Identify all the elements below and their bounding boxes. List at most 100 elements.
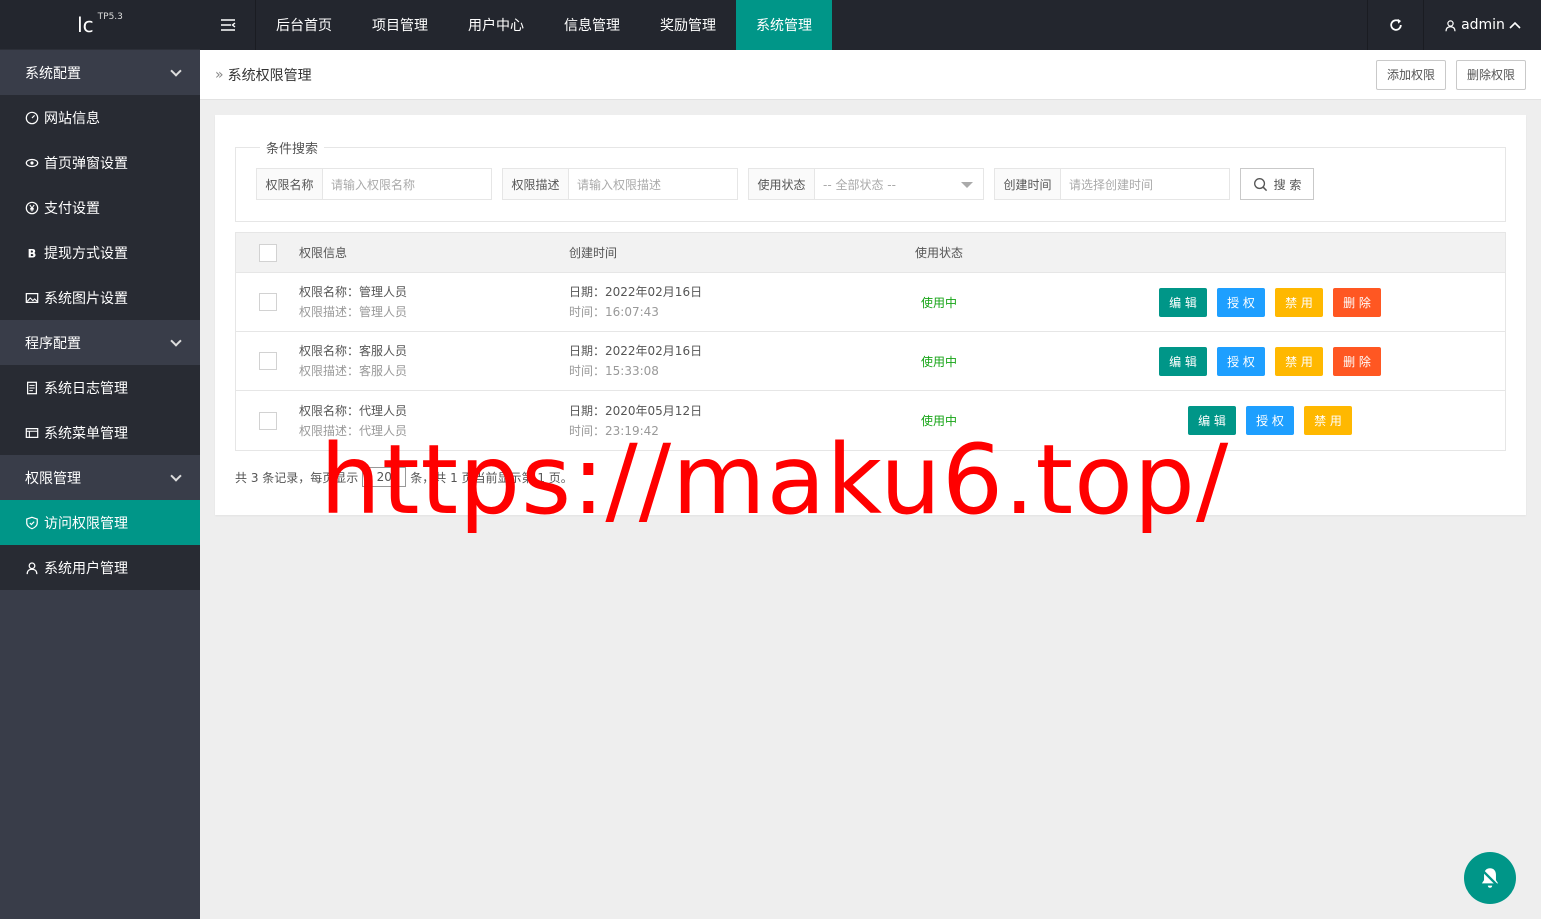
sidebar-item-popup-settings[interactable]: 首页弹窗设置 bbox=[0, 140, 200, 185]
double-chevron-icon: » bbox=[215, 66, 224, 83]
notification-button[interactable] bbox=[1464, 852, 1516, 904]
created-time: 时间：16:07:43 bbox=[569, 305, 659, 319]
search-panel: 条件搜索 权限名称 请输入权限名称 权限描述 请输入权限描述 使用状态 -- 全… bbox=[235, 138, 1506, 222]
sidebar-item-user-management[interactable]: 系统用户管理 bbox=[0, 545, 200, 590]
delete-button[interactable]: 删 除 bbox=[1333, 287, 1381, 317]
topnav-system[interactable]: 系统管理 bbox=[736, 0, 832, 50]
search-button[interactable]: 搜 索 bbox=[1240, 168, 1314, 200]
select-all-checkbox[interactable] bbox=[258, 243, 277, 262]
column-header: 权限信息 bbox=[299, 245, 348, 260]
sidebar-group-program-config[interactable]: 程序配置 bbox=[0, 320, 200, 365]
authorize-button[interactable]: 授 权 bbox=[1217, 346, 1265, 376]
field-label: 权限描述 bbox=[503, 169, 569, 199]
refresh-button[interactable] bbox=[1367, 0, 1423, 50]
page-size-input[interactable]: 20 bbox=[362, 467, 407, 487]
delete-permission-button[interactable]: 删除权限 bbox=[1455, 59, 1526, 90]
chevron-down-icon bbox=[170, 64, 182, 77]
permission-desc: 权限描述：管理人员 bbox=[299, 305, 408, 319]
field-label: 创建时间 bbox=[995, 169, 1061, 199]
permission-desc-input[interactable]: 请输入权限描述 bbox=[569, 169, 737, 199]
topnav-home[interactable]: 后台首页 bbox=[256, 0, 352, 50]
menu-icon bbox=[25, 426, 39, 440]
sidebar-item-menu-management[interactable]: 系统菜单管理 bbox=[0, 410, 200, 455]
sidebar-group-system-config[interactable]: 系统配置 bbox=[0, 50, 200, 95]
svg-text:B: B bbox=[28, 246, 37, 260]
sidebar-item-label: 提现方式设置 bbox=[44, 245, 128, 262]
row-checkbox[interactable] bbox=[258, 411, 277, 430]
topnav-users[interactable]: 用户中心 bbox=[448, 0, 544, 50]
disable-button[interactable]: 禁 用 bbox=[1304, 406, 1352, 435]
status-select[interactable]: -- 全部状态 -- bbox=[815, 169, 983, 199]
shield-icon bbox=[25, 516, 39, 530]
created-time-input[interactable]: 请选择创建时间 bbox=[1061, 169, 1229, 199]
caret-down-icon bbox=[961, 182, 973, 188]
content-card: 条件搜索 权限名称 请输入权限名称 权限描述 请输入权限描述 使用状态 -- 全… bbox=[215, 115, 1526, 515]
sidebar-group-permission[interactable]: 权限管理 bbox=[0, 455, 200, 500]
created-time: 时间：15:33:08 bbox=[569, 364, 659, 378]
status-badge: 使用中 bbox=[921, 414, 958, 428]
permission-name: 权限名称：代理人员 bbox=[299, 403, 408, 418]
search-field-desc: 权限描述 请输入权限描述 bbox=[502, 168, 738, 200]
sidebar-item-label: 网站信息 bbox=[44, 110, 100, 127]
sidebar-item-withdraw-settings[interactable]: B 提现方式设置 bbox=[0, 230, 200, 275]
user-menu[interactable]: admin bbox=[1423, 0, 1541, 50]
edit-button[interactable]: 编 辑 bbox=[1159, 287, 1207, 317]
status-badge: 使用中 bbox=[921, 354, 958, 369]
permission-name: 权限名称：客服人员 bbox=[299, 344, 408, 358]
sidebar-group-label: 权限管理 bbox=[25, 470, 81, 487]
pagination-suffix: 条，共 1 页当前显示第 1 页。 bbox=[410, 470, 573, 485]
sidebar: lc TP5.3 系统配置 网站信息 首页弹窗设置 支付设置 B 提现方式设置 … bbox=[0, 0, 200, 919]
dashboard-icon bbox=[25, 111, 39, 125]
permission-name-input[interactable]: 请输入权限名称 bbox=[323, 169, 491, 199]
sidebar-item-access-permission[interactable]: 访问权限管理 bbox=[0, 500, 200, 545]
breadcrumb: 系统权限管理 bbox=[227, 67, 312, 84]
table-row: 权限名称：管理人员 权限描述：管理人员 日期：2022年02月16日 时间：16… bbox=[236, 273, 1505, 332]
topnav-rewards[interactable]: 奖励管理 bbox=[640, 0, 736, 50]
table-header: 权限信息 创建时间 使用状态 bbox=[236, 233, 1505, 273]
table-row: 权限名称：客服人员 权限描述：客服人员 日期：2022年02月16日 时间：15… bbox=[236, 332, 1505, 391]
edit-button[interactable]: 编 辑 bbox=[1188, 406, 1236, 435]
add-permission-button[interactable]: 添加权限 bbox=[1375, 59, 1446, 90]
status-badge: 使用中 bbox=[921, 295, 958, 310]
sidebar-item-label: 访问权限管理 bbox=[44, 515, 128, 532]
sidebar-item-image-settings[interactable]: 系统图片设置 bbox=[0, 275, 200, 320]
created-date: 日期：2022年02月16日 bbox=[569, 344, 703, 358]
sidebar-toggle-button[interactable] bbox=[200, 0, 256, 50]
column-header: 创建时间 bbox=[569, 245, 618, 260]
search-legend: 条件搜索 bbox=[260, 138, 325, 157]
eye-icon bbox=[25, 156, 39, 170]
delete-button[interactable]: 删 除 bbox=[1333, 346, 1381, 376]
user-icon bbox=[25, 561, 39, 575]
yen-icon bbox=[25, 201, 39, 215]
column-header: 使用状态 bbox=[915, 246, 964, 260]
disable-button[interactable]: 禁 用 bbox=[1275, 346, 1323, 376]
authorize-button[interactable]: 授 权 bbox=[1246, 406, 1294, 435]
row-checkbox[interactable] bbox=[258, 293, 277, 311]
image-icon bbox=[25, 291, 39, 305]
disable-button[interactable]: 禁 用 bbox=[1275, 287, 1323, 317]
authorize-button[interactable]: 授 权 bbox=[1217, 287, 1265, 317]
search-field-name: 权限名称 请输入权限名称 bbox=[256, 168, 492, 200]
sidebar-item-log-management[interactable]: 系统日志管理 bbox=[0, 365, 200, 410]
search-button-label: 搜 索 bbox=[1273, 177, 1302, 192]
breadcrumb-bar: » 系统权限管理 添加权限 删除权限 bbox=[200, 50, 1541, 100]
topnav-info[interactable]: 信息管理 bbox=[544, 0, 640, 50]
permission-desc: 权限描述：代理人员 bbox=[299, 423, 408, 438]
pagination-prefix: 共 3 条记录，每页显示 bbox=[235, 470, 359, 485]
logo[interactable]: lc TP5.3 bbox=[0, 0, 200, 50]
chevron-down-icon bbox=[170, 334, 182, 347]
created-date: 日期：2020年05月12日 bbox=[569, 403, 703, 418]
search-icon bbox=[1253, 177, 1267, 191]
search-field-status: 使用状态 -- 全部状态 -- bbox=[748, 168, 984, 200]
permission-table: 权限信息 创建时间 使用状态 权限名称：管理人员 权限描述：管理人员 日期：20… bbox=[235, 232, 1506, 451]
row-checkbox[interactable] bbox=[258, 352, 277, 370]
edit-button[interactable]: 编 辑 bbox=[1159, 346, 1207, 376]
sidebar-item-site-info[interactable]: 网站信息 bbox=[0, 95, 200, 140]
sidebar-item-label: 支付设置 bbox=[44, 200, 100, 217]
bitcoin-icon: B bbox=[25, 246, 39, 260]
sidebar-item-payment-settings[interactable]: 支付设置 bbox=[0, 185, 200, 230]
status-select-value: -- 全部状态 -- bbox=[823, 177, 896, 192]
search-row: 权限名称 请输入权限名称 权限描述 请输入权限描述 使用状态 -- 全部状态 -… bbox=[256, 168, 1314, 200]
topnav-projects[interactable]: 项目管理 bbox=[352, 0, 448, 50]
chevron-down-icon bbox=[170, 469, 182, 482]
